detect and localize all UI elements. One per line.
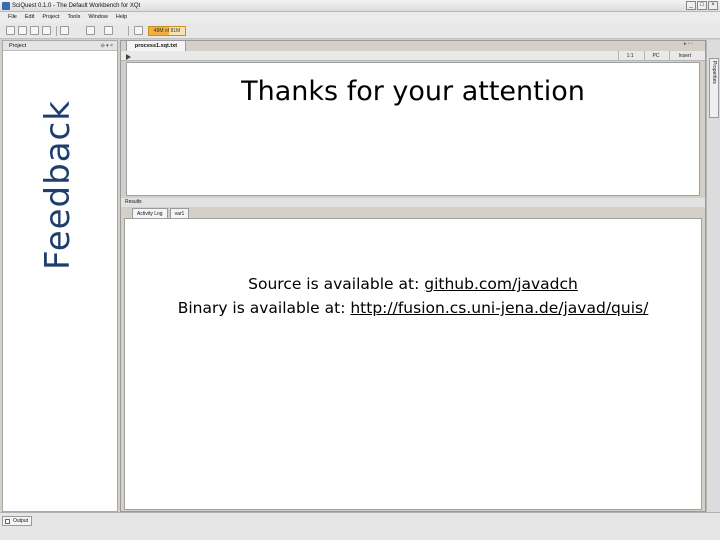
menu-bar: File Edit Project Tools Window Help xyxy=(0,12,720,23)
project-panel-header: Project ⊖ ▾ × xyxy=(3,41,117,51)
app-icon xyxy=(2,2,10,10)
editor-toolbar: 1:1 PC Insert xyxy=(121,51,705,61)
undo-icon[interactable] xyxy=(86,26,95,35)
bottom-bar: Output xyxy=(0,512,720,540)
slide-source-info: Source is available at: github.com/javad… xyxy=(124,272,702,320)
binary-prefix: Binary is available at: xyxy=(177,299,351,317)
menu-edit[interactable]: Edit xyxy=(25,12,34,23)
window-controls: _ □ × xyxy=(686,1,718,10)
play-icon[interactable] xyxy=(126,54,131,60)
github-link[interactable]: github.com/javadch xyxy=(424,275,578,293)
title-bar: SciQuest 0.1.0 - The Default Workbench f… xyxy=(0,0,720,12)
new-file-icon[interactable] xyxy=(6,26,15,35)
editor-status: 1:1 PC Insert xyxy=(617,51,699,61)
insert-mode: Insert xyxy=(669,51,699,61)
right-side-strip: Properties xyxy=(706,40,720,512)
cursor-position: 1:1 xyxy=(617,51,642,61)
editor-area-controls[interactable]: ▸ ▫ ▫ xyxy=(684,41,693,47)
maximize-button[interactable]: □ xyxy=(697,1,707,10)
redo-icon[interactable] xyxy=(104,26,113,35)
tab-var1[interactable]: var1 xyxy=(169,208,190,218)
results-tabs: Activity Log var1 xyxy=(132,208,190,218)
properties-tab[interactable]: Properties xyxy=(709,58,719,118)
tab-activity-log[interactable]: Activity Log xyxy=(132,208,168,218)
output-tab[interactable]: Output xyxy=(2,516,32,526)
slide-thanks-heading: Thanks for your attention xyxy=(241,76,585,107)
results-header: Results xyxy=(121,198,705,207)
print-icon[interactable] xyxy=(60,26,69,35)
editor-tab[interactable]: process1.xqt.txt xyxy=(126,40,186,51)
minimize-button[interactable]: _ xyxy=(686,1,696,10)
project-panel-title: Project xyxy=(9,43,27,49)
output-label: Output xyxy=(13,518,29,524)
project-panel-controls[interactable]: ⊖ ▾ × xyxy=(101,41,113,51)
menu-file[interactable]: File xyxy=(8,12,17,23)
source-line: Source is available at: github.com/javad… xyxy=(124,272,702,296)
results-panel xyxy=(124,218,702,510)
source-prefix: Source is available at: xyxy=(248,275,425,293)
properties-tab-label: Properties xyxy=(711,61,717,84)
memory-indicator[interactable]: 48M of 81M xyxy=(148,26,186,36)
save-icon[interactable] xyxy=(30,26,39,35)
output-icon xyxy=(5,519,10,524)
menu-project[interactable]: Project xyxy=(42,12,59,23)
open-folder-icon[interactable] xyxy=(18,26,27,35)
save-all-icon[interactable] xyxy=(42,26,51,35)
toolbar: 48M of 81M xyxy=(0,23,720,39)
menu-help[interactable]: Help xyxy=(116,12,127,23)
editor-mode: PC xyxy=(643,51,668,61)
binary-line: Binary is available at: http://fusion.cs… xyxy=(124,296,702,320)
toolbar-separator xyxy=(128,26,129,36)
run-icon[interactable] xyxy=(134,26,143,35)
slide-side-title: Feedback xyxy=(38,100,78,270)
binary-link[interactable]: http://fusion.cs.uni-jena.de/javad/quis/ xyxy=(350,299,648,317)
window-title: SciQuest 0.1.0 - The Default Workbench f… xyxy=(12,3,141,9)
editor-gutter xyxy=(121,62,125,196)
menu-tools[interactable]: Tools xyxy=(67,12,80,23)
close-button[interactable]: × xyxy=(708,1,718,10)
toolbar-separator xyxy=(56,26,57,36)
menu-window[interactable]: Window xyxy=(88,12,108,23)
